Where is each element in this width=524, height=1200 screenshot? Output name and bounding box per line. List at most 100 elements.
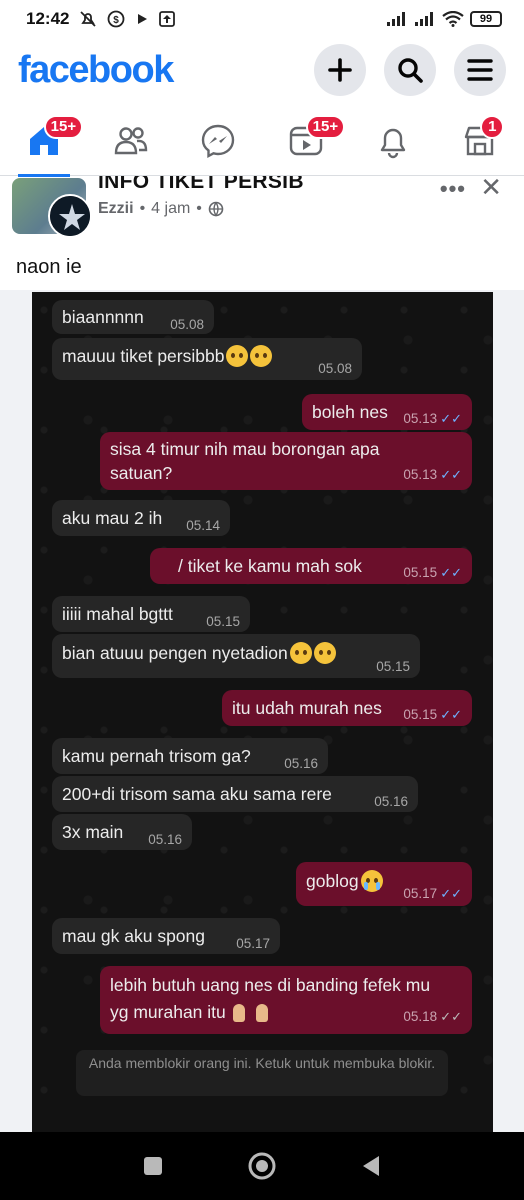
play-icon (138, 14, 148, 24)
upload-icon (159, 11, 176, 27)
post-time[interactable]: 4 jam (151, 200, 190, 218)
home-circle-icon[interactable] (247, 1151, 277, 1181)
message-time: 05.17 (403, 886, 438, 901)
pleading-face-icon (313, 642, 336, 664)
wifi-icon (442, 11, 464, 27)
battery-icon: 99 (470, 11, 502, 27)
message-time: 05.08 (170, 317, 204, 332)
message-time: 05.16 (284, 756, 318, 771)
message-time: 05.16 (148, 832, 182, 847)
meta-separator: • (139, 200, 146, 217)
android-nav-bar (0, 1132, 524, 1200)
screen: 12:42 $ 99 facebook 15+ 15+ 1 INFO TIKET… (0, 0, 524, 1200)
plus-icon (328, 58, 352, 82)
create-button[interactable] (314, 44, 366, 96)
chat-message: 200+di trisom sama aku sama rere 05.16 (52, 776, 418, 812)
message-time: 05.15 (403, 565, 438, 580)
tab-friends[interactable] (101, 111, 161, 171)
message-time: 05.13 (403, 411, 438, 426)
message-meta: 05.13 ✓✓ (403, 463, 462, 487)
avatar[interactable] (48, 194, 92, 238)
chat-message: itu udah murah nes 05.15 ✓✓ (222, 690, 472, 726)
crying-face-icon (360, 870, 383, 892)
message-meta: 05.15 ✓✓ (403, 707, 462, 723)
read-ticks-icon: ✓✓ (440, 565, 462, 580)
status-right: 99 (386, 11, 502, 27)
header-actions (314, 44, 506, 96)
folded-hands-icon (229, 1002, 249, 1024)
message-time: 05.15 (206, 614, 240, 629)
status-time: 12:42 (26, 9, 70, 28)
message-text: lebih butuh uang nes di banding fefek mu (110, 975, 431, 995)
chat-message: bian atuuu pengen nyetadion 05.15 (52, 634, 420, 678)
message-meta: 05.13 ✓✓ (403, 411, 462, 427)
signal-icon (387, 12, 405, 26)
message-text: sisa 4 timur nih mau borongan apa (110, 439, 380, 459)
square-icon[interactable] (142, 1155, 164, 1177)
folded-hands-icon (252, 1002, 272, 1024)
message-time: 05.15 (376, 659, 410, 674)
marketplace-badge: 1 (480, 114, 505, 139)
message-time: 05.18 (403, 1009, 438, 1024)
chat-screenshot: biaannnnn 05.08 mauuu tiket persibbb 05.… (32, 292, 493, 1132)
chat-message: / tiket ke kamu mah sok 05.15 ✓✓ (150, 548, 472, 584)
message-meta: 05.17 ✓✓ (403, 886, 462, 902)
mute-bell-icon (80, 11, 97, 27)
post-header: INFO TIKET PERSIB Ezzii • 4 jam • ••• ✕ (0, 176, 524, 238)
delivered-ticks-icon: ✓✓ (440, 1009, 462, 1024)
messenger-icon (202, 124, 235, 158)
bell-icon (380, 128, 406, 158)
message-text: 200+di trisom sama aku sama rere (62, 783, 332, 804)
message-time: 05.16 (374, 794, 408, 809)
tab-home[interactable]: 15+ (14, 111, 84, 177)
message-text: goblog (306, 870, 359, 891)
chat-message: lebih butuh uang nes di banding fefek mu… (100, 966, 472, 1034)
svg-text:$: $ (114, 15, 120, 26)
chat-message: iiiii mahal bgttt 05.15 (52, 596, 250, 632)
chat-message: boleh nes 05.13 ✓✓ (302, 394, 472, 430)
menu-button[interactable] (454, 44, 506, 96)
signal-icon (415, 12, 433, 26)
chat-message: sisa 4 timur nih mau borongan apa satuan… (100, 432, 472, 490)
search-icon (398, 58, 423, 83)
chat-message: biaannnnn 05.08 (52, 300, 214, 334)
message-text: iiiii mahal bgttt (62, 603, 173, 624)
message-text: / tiket ke kamu mah sok (178, 555, 362, 576)
message-text: bian atuuu pengen nyetadion (62, 642, 288, 663)
close-icon[interactable]: ✕ (480, 176, 502, 203)
post-author[interactable]: Ezzii (98, 200, 134, 218)
message-time: 05.08 (318, 361, 352, 376)
message-text: boleh nes (312, 401, 388, 422)
status-bar: 12:42 $ 99 (0, 0, 524, 38)
more-options-icon[interactable]: ••• (440, 176, 466, 202)
message-text: aku mau 2 ih (62, 507, 163, 528)
message-text: itu udah murah nes (232, 697, 382, 718)
read-ticks-icon: ✓✓ (440, 707, 462, 722)
facebook-logo[interactable]: facebook (18, 49, 174, 92)
chat-message: kamu pernah trisom ga? 05.16 (52, 738, 328, 774)
pleading-face-icon (250, 345, 273, 367)
message-text: 3x main (62, 821, 124, 842)
chat-message: aku mau 2 ih 05.14 (52, 500, 230, 536)
message-meta: 05.15 ✓✓ (403, 565, 462, 581)
tab-notifications[interactable] (363, 111, 423, 171)
read-ticks-icon: ✓✓ (440, 411, 462, 426)
tab-video[interactable]: 15+ (276, 111, 346, 171)
tab-marketplace[interactable]: 1 (450, 111, 510, 171)
search-button[interactable] (384, 44, 436, 96)
back-triangle-icon[interactable] (360, 1154, 382, 1178)
group-name[interactable]: INFO TIKET PERSIB (98, 176, 304, 194)
message-time: 05.15 (403, 707, 438, 722)
tab-messenger[interactable] (188, 111, 248, 171)
message-text: kamu pernah trisom ga? (62, 745, 251, 766)
friends-icon (114, 126, 148, 154)
message-text: biaannnnn (62, 306, 144, 327)
dollar-circle-icon: $ (108, 10, 125, 28)
avatar-image (50, 196, 90, 236)
chat-message: 3x main 05.16 (52, 814, 192, 850)
menu-icon (467, 59, 493, 81)
tab-bar: 15+ 15+ 1 (0, 106, 524, 177)
pleading-face-icon (226, 345, 249, 367)
blocked-notice: Anda memblokir orang ini. Ketuk untuk me… (76, 1050, 448, 1096)
chat-message: mauuu tiket persibbb 05.08 (52, 338, 362, 380)
